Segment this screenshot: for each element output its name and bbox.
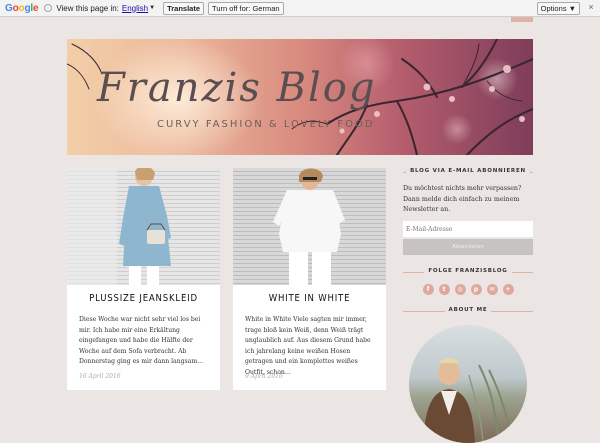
post-excerpt: White in White Viele sagten mir immer, t…: [245, 316, 371, 376]
about-heading: ABOUT ME: [403, 307, 533, 317]
about-heading-text: ABOUT ME: [444, 307, 492, 313]
follow-heading: FOLGE FRANZISBLOG: [403, 268, 533, 278]
about-me-photo: [409, 325, 527, 443]
email-icon[interactable]: ✉: [486, 284, 498, 295]
translate-button[interactable]: Translate: [163, 1, 205, 15]
globe-icon: [44, 4, 53, 12]
post-date: 16 April 2016: [79, 373, 121, 380]
turn-off-button[interactable]: Turn off for: German: [208, 1, 284, 15]
blog-header-banner[interactable]: Franzis Blog CURVY FASHION & LOVELY FOOD: [67, 39, 533, 155]
post-photo: [233, 168, 386, 285]
search-toggle-tab[interactable]: [511, 17, 533, 22]
close-icon[interactable]: ×: [586, 2, 596, 12]
facebook-icon[interactable]: f: [422, 284, 434, 295]
post-card: PLUSSIZE JEANSKLEID Diese Woche war nich…: [67, 168, 220, 390]
post-title[interactable]: PLUSSIZE JEANSKLEID: [67, 293, 220, 304]
subscribe-button[interactable]: Abonnieren: [403, 239, 533, 255]
newsletter-heading-text: BLOG VIA E-MAIL ABONNIEREN: [406, 168, 530, 174]
post-card: WHITE IN WHITE White in White Viele sagt…: [233, 168, 386, 390]
twitter-icon[interactable]: t: [438, 284, 450, 295]
pinterest-icon[interactable]: p: [470, 284, 482, 295]
social-icons: f t ◎ p ✉ +: [403, 284, 533, 295]
google-logo-letter: G: [5, 2, 13, 14]
post-title[interactable]: WHITE IN WHITE: [233, 293, 386, 304]
newsletter-text: Du möchtest nichts mehr verpassen? Dann …: [403, 185, 522, 213]
sidebar: BLOG VIA E-MAIL ABONNIEREN Du möchtest n…: [403, 168, 533, 443]
post-date: 9 April 2016: [245, 373, 283, 380]
translate-prompt: View this page in:: [56, 3, 119, 13]
chevron-down-icon[interactable]: ▼: [149, 5, 155, 11]
instagram-icon[interactable]: ◎: [454, 284, 466, 295]
bloglovin-icon[interactable]: +: [502, 284, 514, 295]
google-logo: Google: [5, 2, 39, 14]
newsletter-heading: BLOG VIA E-MAIL ABONNIEREN: [403, 168, 533, 178]
follow-heading-text: FOLGE FRANZISBLOG: [424, 268, 512, 274]
translate-bar: Google View this page in: English ▼ Tran…: [0, 0, 600, 17]
portrait-illustration: [423, 358, 514, 443]
blog-tagline: CURVY FASHION & LOVELY FOOD: [157, 119, 375, 130]
post-photo: [67, 168, 220, 285]
options-button[interactable]: Options ▼: [536, 2, 580, 15]
post-image-white-in-white[interactable]: [233, 168, 386, 285]
email-field[interactable]: [403, 221, 533, 237]
blog-title: Franzis Blog: [97, 65, 377, 111]
post-image-jeanskleid[interactable]: [67, 168, 220, 285]
post-excerpt: Diese Woche war nicht sehr viel los bei …: [79, 316, 204, 366]
google-logo-letter: e: [32, 2, 39, 14]
language-select[interactable]: English: [122, 4, 148, 13]
